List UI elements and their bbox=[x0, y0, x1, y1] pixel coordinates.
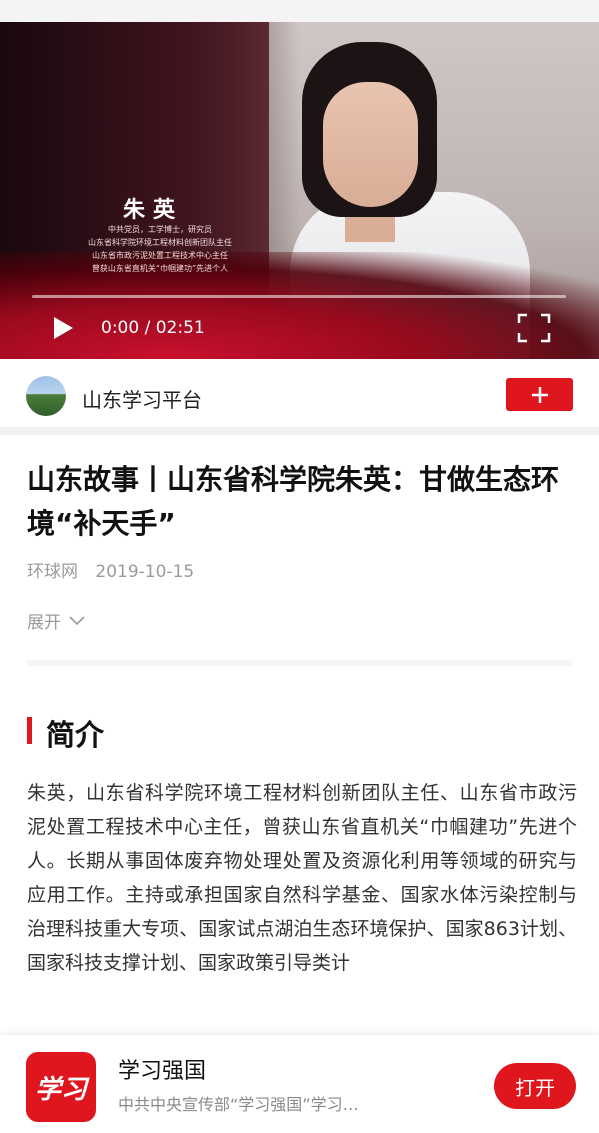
video-person-name: 朱英 bbox=[123, 198, 184, 223]
article-source[interactable]: 环球网 bbox=[27, 562, 78, 582]
app-logo-text: 学习 bbox=[34, 1074, 87, 1105]
status-strip bbox=[0, 0, 599, 22]
account-name[interactable]: 山东学习平台 bbox=[82, 384, 202, 413]
video-caption-line: 山东省科学院环境工程材料创新团队主任 bbox=[88, 238, 232, 247]
fullscreen-icon[interactable] bbox=[517, 313, 551, 343]
video-progress-bar[interactable] bbox=[32, 295, 566, 298]
avatar[interactable] bbox=[26, 376, 66, 416]
video-time: 0:00 / 02:51 bbox=[101, 318, 205, 338]
article-date: 2019-10-15 bbox=[95, 562, 195, 582]
video-caption-line: 中共党员，工学博士，研究员 bbox=[108, 225, 212, 234]
plus-icon bbox=[531, 386, 548, 403]
app-name: 学习强国 bbox=[118, 1059, 207, 1084]
intro-fade bbox=[0, 1005, 599, 1035]
open-app-button[interactable]: 打开 bbox=[494, 1063, 576, 1109]
account-bar: 山东学习平台 bbox=[0, 359, 599, 435]
app-logo-icon[interactable]: 学习 bbox=[26, 1052, 96, 1122]
play-icon[interactable] bbox=[52, 316, 74, 340]
expand-button[interactable]: 展开 bbox=[27, 608, 85, 633]
video-caption-line: 曾获山东省直机关“巾帼建功”先进个人 bbox=[91, 264, 229, 273]
app-description: 中共中央宣传部“学习强国”学习… bbox=[118, 1095, 359, 1114]
chevron-down-icon bbox=[69, 615, 85, 625]
article-title: 山东故事丨山东省科学院朱英：甘做生态环境“补天手” bbox=[27, 463, 560, 540]
video-figure-face bbox=[323, 82, 418, 207]
expand-label: 展开 bbox=[27, 613, 61, 633]
video-caption-line: 山东省市政污泥处置工程技术中心主任 bbox=[92, 251, 228, 260]
section-title: 简介 bbox=[46, 718, 105, 752]
article-meta: 环球网 2019-10-15 bbox=[27, 557, 194, 582]
app-download-banner: 学习 学习强国 中共中央宣传部“学习强国”学习… 打开 bbox=[0, 1035, 599, 1133]
article-intro: 朱英，山东省科学院环境工程材料创新团队主任、山东省市政污泥处置工程技术中心主任，… bbox=[27, 782, 577, 974]
follow-button[interactable] bbox=[506, 378, 573, 411]
divider bbox=[27, 660, 572, 666]
section-accent-bar bbox=[27, 717, 32, 744]
video-player[interactable]: 朱英 中共党员，工学博士，研究员 山东省科学院环境工程材料创新团队主任 山东省市… bbox=[0, 22, 599, 359]
